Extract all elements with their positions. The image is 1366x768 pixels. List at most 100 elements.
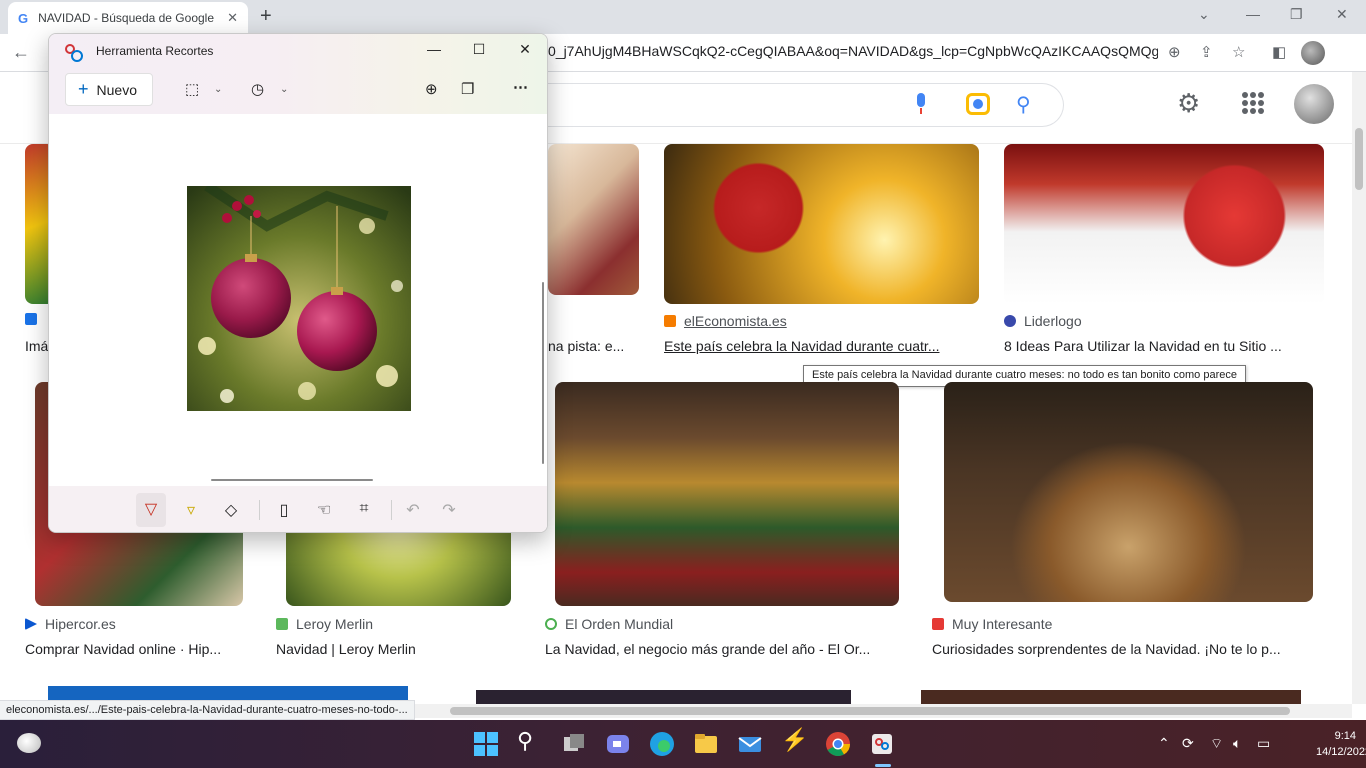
snipping-tool-title: Herramienta Recortes — [96, 44, 214, 58]
start-icon[interactable] — [473, 731, 499, 757]
active-app-indicator — [875, 764, 891, 767]
result-source-4[interactable]: Liderlogo — [1004, 313, 1082, 329]
settings-gear-icon[interactable]: ⚙ — [1177, 88, 1200, 119]
edge-icon[interactable] — [649, 731, 675, 757]
result-image-3[interactable] — [664, 144, 979, 304]
minimize-icon[interactable]: — — [1246, 6, 1260, 22]
close-window-icon[interactable]: ✕ — [1336, 6, 1348, 23]
clock-time: 9:14 — [1334, 730, 1356, 742]
snip-vertical-scrollbar[interactable] — [542, 282, 544, 464]
file-explorer-icon[interactable] — [693, 731, 719, 757]
snip-mode-chevron-icon[interactable]: ⌄ — [214, 84, 222, 95]
snip-canvas[interactable] — [49, 114, 547, 486]
crop-icon[interactable]: ⌗ — [354, 500, 374, 518]
zoom-in-icon[interactable]: ⊕ — [425, 80, 438, 98]
result-source-5[interactable]: Hipercor.es — [25, 616, 116, 632]
captured-image — [187, 186, 411, 411]
bookmark-star-icon[interactable]: ☆ — [1232, 43, 1245, 61]
share-icon[interactable]: ⇪ — [1200, 43, 1213, 61]
result-image-8[interactable] — [944, 382, 1313, 602]
close-tab-icon[interactable]: ✕ — [227, 10, 238, 26]
horizontal-scroll-thumb[interactable] — [450, 707, 1290, 715]
search-icon[interactable]: ⚲ — [517, 728, 543, 754]
result-image-11[interactable] — [921, 690, 1301, 704]
snipping-tool-taskbar-icon[interactable] — [869, 731, 895, 757]
source-favicon-icon — [664, 315, 676, 327]
restore-icon[interactable]: ❐ — [1290, 6, 1303, 23]
tab-google-search[interactable]: G NAVIDAD - Búsqueda de Google ✕ — [8, 2, 248, 34]
battery-icon[interactable]: ▭ — [1257, 735, 1270, 752]
result-title-4[interactable]: 8 Ideas Para Utilizar la Navidad en tu S… — [1004, 338, 1319, 354]
result-source-7[interactable]: El Orden Mundial — [545, 616, 673, 632]
eraser-icon[interactable]: ◇ — [221, 500, 241, 520]
vertical-scroll-thumb[interactable] — [1355, 128, 1363, 190]
snip-mode-icon[interactable]: ⬚ — [185, 80, 199, 98]
result-title-6[interactable]: Navidad | Leroy Merlin — [276, 641, 506, 657]
undo-icon[interactable]: ↶ — [403, 500, 423, 520]
redo-icon[interactable]: ↷ — [439, 500, 459, 520]
microphone-icon[interactable] — [912, 93, 930, 115]
result-title-7[interactable]: La Navidad, el negocio más grande del añ… — [545, 641, 900, 657]
new-snip-label: Nuevo — [96, 81, 137, 98]
result-image-4[interactable] — [1004, 144, 1324, 304]
ballpoint-pen-icon[interactable]: ▽ — [136, 493, 166, 527]
delay-timer-icon[interactable]: ◷ — [251, 80, 264, 98]
source-favicon-icon — [25, 313, 37, 325]
google-apps-icon[interactable] — [1242, 92, 1264, 114]
result-source-1[interactable] — [25, 313, 45, 325]
snipping-tool-window: Herramienta Recortes — ☐ ✕ + Nuevo ⬚ ⌄ ◷… — [48, 33, 548, 533]
new-snip-button[interactable]: + Nuevo — [65, 73, 153, 106]
result-title-2[interactable]: na pista: e... — [548, 338, 638, 354]
mail-icon[interactable] — [737, 731, 763, 757]
toolbar-divider — [259, 500, 260, 520]
weather-icon[interactable] — [17, 733, 41, 753]
back-arrow-icon[interactable]: ← — [12, 42, 30, 63]
result-source-8[interactable]: Muy Interesante — [932, 616, 1052, 632]
highlighter-icon[interactable]: ▿ — [181, 500, 201, 520]
side-panel-icon[interactable]: ◧ — [1272, 43, 1286, 61]
snip-maximize-icon[interactable]: ☐ — [469, 41, 489, 58]
result-title-5[interactable]: Comprar Navidad online · Hip... — [25, 641, 240, 657]
teams-chat-icon[interactable] — [605, 731, 631, 757]
sync-icon[interactable]: ⟳ — [1182, 735, 1194, 752]
windows-taskbar: ⚲ ⚡ ⌃ ⟳ ⌔ 🔈︎ ▭ 9:14 14/12/2022 — [0, 720, 1366, 768]
result-image-10[interactable] — [476, 690, 851, 704]
system-clock[interactable]: 9:14 14/12/2022 — [1316, 728, 1366, 760]
browser-profile-avatar[interactable] — [1301, 41, 1325, 65]
source-favicon-icon — [1004, 315, 1016, 327]
volume-icon[interactable]: 🔈︎ — [1233, 735, 1241, 752]
google-lens-icon[interactable] — [966, 93, 990, 115]
delay-chevron-icon[interactable]: ⌄ — [280, 84, 288, 95]
chrome-icon[interactable] — [825, 731, 851, 757]
tab-bar: G NAVIDAD - Búsqueda de Google ✕ + ⌄ — ❐… — [0, 0, 1366, 34]
google-favicon-icon: G — [18, 10, 29, 26]
clock-date: 14/12/2022 — [1316, 746, 1366, 758]
wifi-icon[interactable]: ⌔ — [1210, 735, 1223, 753]
lightning-app-icon[interactable]: ⚡ — [781, 727, 808, 753]
result-source-6[interactable]: Leroy Merlin — [276, 616, 373, 632]
task-view-icon[interactable] — [561, 731, 587, 757]
google-account-avatar[interactable] — [1294, 84, 1334, 124]
page-vertical-scrollbar[interactable] — [1352, 72, 1366, 704]
address-bar[interactable]: 0_j7AhUjgM4BHaWSCqkQ2-cCegQIABAA&oq=NAVI… — [548, 43, 1158, 59]
show-hidden-icons-icon[interactable]: ⌃ — [1158, 735, 1170, 752]
touch-writing-icon[interactable]: ☜ — [314, 500, 334, 520]
tab-search-icon[interactable]: ⌄ — [1198, 6, 1210, 23]
result-title-3[interactable]: Este país celebra la Navidad durante cua… — [664, 338, 969, 354]
snip-close-icon[interactable]: ✕ — [515, 41, 535, 58]
more-options-icon[interactable]: ⋯ — [513, 78, 528, 96]
result-title-8[interactable]: Curiosidades sorprendentes de la Navidad… — [932, 641, 1317, 657]
result-image-2[interactable] — [548, 144, 639, 295]
snip-annotation-toolbar: ▽ ▿ ◇ ▯ ☜ ⌗ ↶ ↷ — [49, 486, 547, 532]
snip-horizontal-scrollbar[interactable] — [211, 479, 373, 481]
result-image-7[interactable] — [555, 382, 899, 606]
search-icon[interactable]: ⚲ — [1016, 92, 1031, 117]
source-favicon-icon — [545, 618, 557, 630]
zoom-icon[interactable]: ⊕ — [1168, 43, 1181, 61]
new-tab-button[interactable]: + — [260, 5, 272, 28]
source-favicon-icon — [25, 618, 37, 630]
result-source-3[interactable]: elEconomista.es — [664, 313, 787, 329]
ruler-icon[interactable]: ▯ — [274, 500, 294, 520]
snip-minimize-icon[interactable]: — — [424, 41, 444, 57]
copy-icon[interactable]: ❐ — [461, 80, 474, 98]
